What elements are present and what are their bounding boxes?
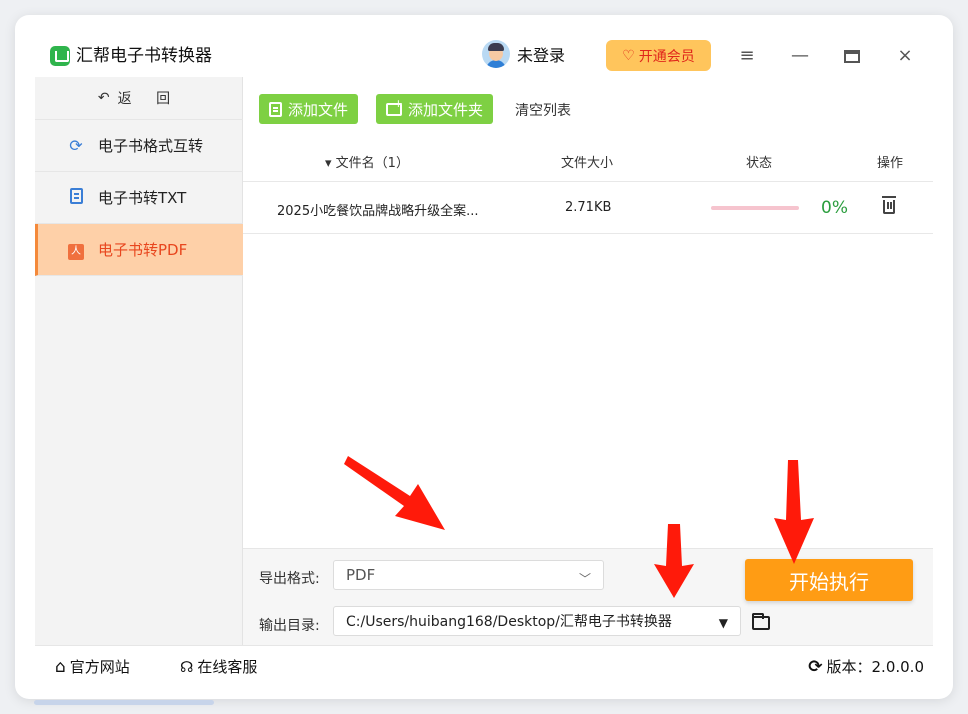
app-title: 汇帮电子书转换器 xyxy=(76,46,212,66)
export-format-select[interactable]: PDF ﹀ xyxy=(333,560,604,590)
refresh-icon[interactable]: ⟳ xyxy=(808,657,822,677)
scrollbar-hint xyxy=(34,700,214,705)
user-avatar[interactable] xyxy=(482,40,510,68)
file-name: 2025小吃餐饮品牌战略升级全案... xyxy=(277,204,479,219)
output-dir-label: 输出目录: xyxy=(259,618,320,634)
export-format-label: 导出格式: xyxy=(259,571,320,587)
close-icon[interactable]: × xyxy=(892,43,918,69)
sidebar: ↶ 返 回 ⟳ 电子书格式互转 电子书转TXT 人 电子书转PDF xyxy=(35,77,243,645)
clear-list-button[interactable]: 清空列表 xyxy=(515,100,571,120)
minimize-icon[interactable]: — xyxy=(787,43,813,69)
progress-bar xyxy=(711,206,799,210)
footer: ⌂ 官方网站 ☊ 在线客服 ⟳ 版本：2.0.0.0 xyxy=(35,645,933,685)
back-button[interactable]: ↶ 返 回 xyxy=(35,77,243,120)
progress-text: 0% xyxy=(821,198,848,218)
login-status[interactable]: 未登录 xyxy=(517,46,565,66)
add-file-button[interactable]: 添加文件 xyxy=(259,94,359,124)
output-dir-select[interactable]: C:/Users/huibang168/Desktop/汇帮电子书转换器 ▼ xyxy=(333,606,741,636)
delete-icon[interactable] xyxy=(882,196,896,214)
file-table-header: ▾ 文件名（1） 文件大小 状态 操作 xyxy=(243,145,933,182)
export-format-value: PDF xyxy=(346,566,376,584)
annotation-arrow-icon xyxy=(654,524,694,598)
refresh-icon: ⟳ xyxy=(69,136,83,155)
menu-icon[interactable]: ≡ xyxy=(734,43,760,69)
vip-button[interactable]: ♡ 开通会员 xyxy=(606,40,711,71)
open-folder-icon[interactable] xyxy=(752,613,770,630)
file-size: 2.71KB xyxy=(565,200,612,215)
app-window: 汇帮电子书转换器 未登录 ♡ 开通会员 ≡ — × ↶ 返 回 ⟳ 电子书格式互… xyxy=(15,15,953,699)
diamond-heart-icon: ♡ xyxy=(622,47,635,64)
annotation-arrow-icon xyxy=(344,456,445,530)
vip-button-label: 开通会员 xyxy=(638,48,695,65)
home-icon: ⌂ xyxy=(55,656,66,677)
annotation-arrow-icon xyxy=(774,460,814,564)
table-row[interactable]: 2025小吃餐饮品牌战略升级全案... 2.71KB 0% xyxy=(243,182,933,234)
column-header-status: 状态 xyxy=(746,156,773,171)
output-dir-value: C:/Users/huibang168/Desktop/汇帮电子书转换器 xyxy=(346,614,672,630)
column-header-name[interactable]: ▾ 文件名（1） xyxy=(325,152,409,171)
add-file-icon xyxy=(269,101,282,117)
sort-caret-icon: ▾ xyxy=(325,156,332,171)
add-folder-label: 添加文件夹 xyxy=(408,100,484,119)
document-icon xyxy=(66,187,86,208)
sidebar-item-to-txt[interactable]: 电子书转TXT xyxy=(35,172,243,224)
pdf-icon: 人 xyxy=(66,239,86,260)
sidebar-item-label: 电子书转TXT xyxy=(98,189,187,207)
back-arrow-icon: ↶ xyxy=(97,90,110,106)
app-logo-icon xyxy=(50,46,70,66)
maximize-icon[interactable] xyxy=(839,43,865,69)
sidebar-item-label: 电子书转PDF xyxy=(98,241,188,259)
add-folder-icon xyxy=(386,97,403,116)
column-header-size: 文件大小 xyxy=(561,156,614,171)
sidebar-item-to-pdf[interactable]: 人 电子书转PDF xyxy=(35,224,243,276)
sidebar-item-format-convert[interactable]: ⟳ 电子书格式互转 xyxy=(35,120,243,172)
caret-down-icon: ▼ xyxy=(718,616,728,630)
version-info: ⟳ 版本：2.0.0.0 xyxy=(808,656,924,677)
online-support-link[interactable]: ☊ 在线客服 xyxy=(180,656,257,677)
add-folder-button[interactable]: 添加文件夹 xyxy=(376,94,494,124)
add-file-label: 添加文件 xyxy=(288,100,349,119)
chevron-down-icon: ﹀ xyxy=(578,572,591,586)
back-button-label: 返 回 xyxy=(117,91,181,107)
title-bar: 汇帮电子书转换器 未登录 ♡ 开通会员 ≡ — × xyxy=(15,15,953,77)
column-header-action: 操作 xyxy=(877,156,904,171)
official-website-link[interactable]: ⌂ 官方网站 xyxy=(55,656,130,677)
sidebar-item-label: 电子书格式互转 xyxy=(98,137,204,155)
headset-icon: ☊ xyxy=(180,657,194,676)
